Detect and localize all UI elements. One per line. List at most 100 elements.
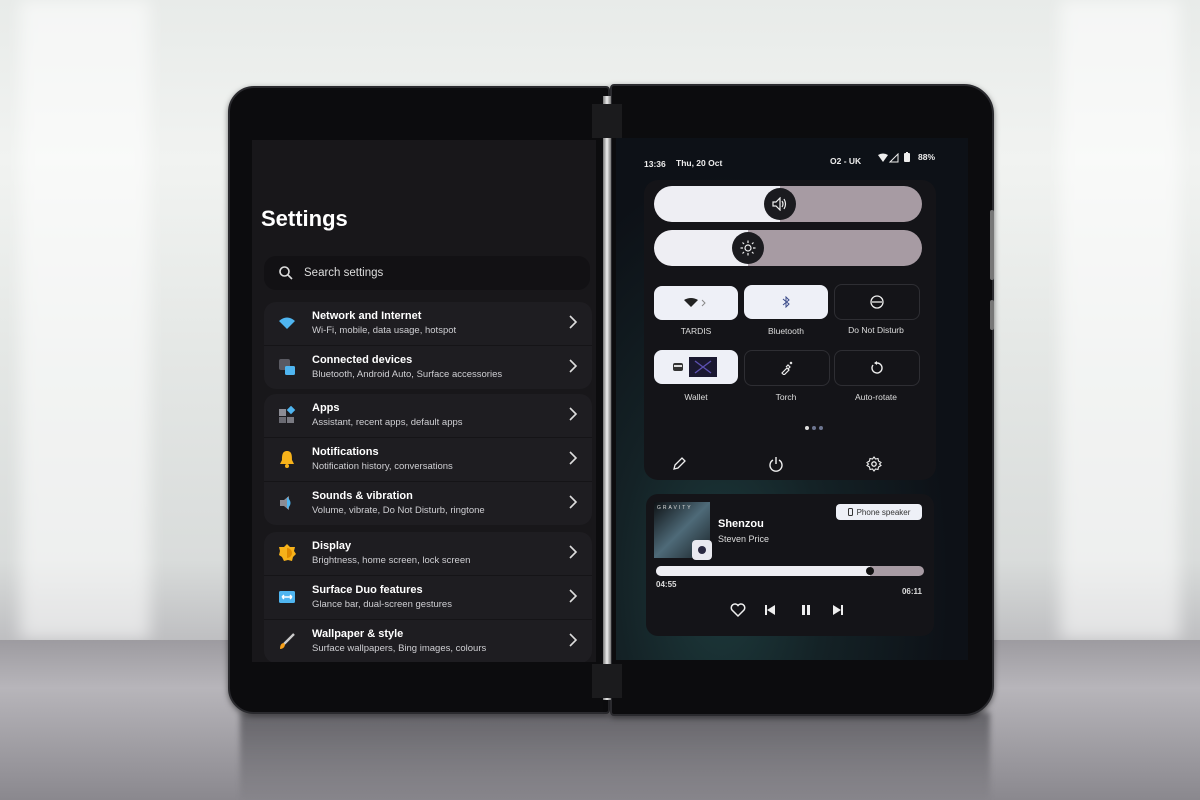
phone-icon <box>847 508 853 516</box>
bell-icon <box>280 451 294 468</box>
quick-settings-panel: TARDIS Bluetooth Do Not Disturb Wallet T… <box>644 180 936 480</box>
brightness-slider[interactable] <box>654 230 922 266</box>
settings-group-connectivity: Network and Internet Wi-Fi, mobile, data… <box>264 302 592 389</box>
tile-torch[interactable] <box>744 350 830 386</box>
page-indicator[interactable] <box>805 426 823 430</box>
dual-screen-icon <box>279 591 295 603</box>
bluetooth-icon <box>782 296 790 308</box>
settings-item-notifications[interactable]: Notifications Notification history, conv… <box>264 438 592 482</box>
status-time: 13:36 <box>644 159 666 169</box>
output-device-button[interactable]: Phone speaker <box>836 504 922 520</box>
device-reflection <box>240 712 990 800</box>
elapsed-time: 04:55 <box>656 580 677 589</box>
wifi-icon <box>279 317 295 329</box>
power-button <box>990 300 994 330</box>
item-title: Surface Duo features <box>312 584 423 596</box>
hinge-block-bottom <box>592 664 622 698</box>
item-title: Network and Internet <box>312 310 422 322</box>
page-dot <box>805 426 809 430</box>
battery-icon <box>904 152 910 162</box>
chevron-right-icon <box>569 495 578 509</box>
progress-handle[interactable] <box>866 567 875 575</box>
quick-settings-screen: 13:36 Thu, 20 Oct O2 - UK 88% TARDIS Blu… <box>616 138 968 660</box>
heart-icon[interactable] <box>730 602 746 618</box>
item-title: Wallpaper & style <box>312 628 404 640</box>
hinge-block-top <box>592 104 622 138</box>
pause-icon[interactable] <box>798 602 814 618</box>
gear-icon[interactable] <box>866 456 882 472</box>
brush-icon <box>280 633 295 649</box>
item-subtitle: Glance bar, dual-screen gestures <box>312 599 452 610</box>
settings-item-surface-duo[interactable]: Surface Duo features Glance bar, dual-sc… <box>264 576 592 620</box>
progress-fill <box>656 566 871 576</box>
settings-item-apps[interactable]: Apps Assistant, recent apps, default app… <box>264 394 592 438</box>
previous-icon[interactable] <box>762 602 778 618</box>
page-dot <box>819 426 823 430</box>
speaker-icon <box>280 496 291 510</box>
power-icon[interactable] <box>768 456 784 472</box>
album-title: GRAVITY <box>657 505 693 511</box>
chevron-right-icon <box>569 315 578 329</box>
tile-bluetooth[interactable] <box>744 285 828 319</box>
search-icon <box>279 266 293 280</box>
tile-label: Torch <box>775 392 797 402</box>
settings-item-network[interactable]: Network and Internet Wi-Fi, mobile, data… <box>264 302 592 346</box>
duration: 06:11 <box>901 587 922 596</box>
spotify-icon <box>692 540 712 560</box>
tile-label: TARDIS <box>680 326 712 336</box>
item-subtitle: Wi-Fi, mobile, data usage, hotspot <box>312 325 457 336</box>
next-icon[interactable] <box>830 602 846 618</box>
settings-item-wallpaper[interactable]: Wallpaper & style Surface wallpapers, Bi… <box>264 620 592 662</box>
sun-icon <box>740 240 756 256</box>
chevron-right-icon <box>569 407 578 421</box>
volume-button <box>990 210 994 280</box>
media-player-card: GRAVITY Shenzou Steven Price Phone speak… <box>646 494 934 636</box>
volume-slider-fill <box>654 186 780 222</box>
settings-item-display[interactable]: Display Brightness, home screen, lock sc… <box>264 532 592 576</box>
tile-label: Do Not Disturb <box>848 325 904 335</box>
tile-auto-rotate[interactable] <box>834 350 920 386</box>
chevron-right-icon <box>569 359 578 373</box>
chevron-right-icon <box>569 451 578 465</box>
status-battery: 88% <box>918 152 936 162</box>
item-subtitle: Surface wallpapers, Bing images, colours <box>312 643 487 654</box>
search-input[interactable]: Search settings <box>264 256 590 290</box>
tile-wifi[interactable] <box>654 286 738 320</box>
device-hinge <box>603 96 611 700</box>
item-subtitle: Assistant, recent apps, default apps <box>312 417 463 428</box>
edit-icon[interactable] <box>671 456 687 472</box>
chevron-right-icon <box>569 633 578 647</box>
tile-do-not-disturb[interactable] <box>834 284 920 320</box>
item-subtitle: Notification history, conversations <box>312 461 453 472</box>
wallet-icon <box>673 357 717 377</box>
brightness-slider-handle[interactable] <box>731 232 764 264</box>
brightness-icon <box>279 544 296 561</box>
chevron-right-icon <box>569 545 578 559</box>
artist-name: Steven Price <box>718 534 770 544</box>
background-window-light <box>20 0 150 640</box>
apps-icon <box>279 406 296 423</box>
song-title: Shenzou <box>718 518 764 530</box>
page-dot <box>812 426 816 430</box>
settings-screen: Settings Search settings Network and Int… <box>252 140 596 662</box>
playback-progress[interactable] <box>656 566 924 576</box>
tile-label: Wallet <box>684 392 708 402</box>
volume-slider[interactable] <box>654 186 922 222</box>
item-subtitle: Bluetooth, Android Auto, Surface accesso… <box>312 369 503 380</box>
settings-item-connected-devices[interactable]: Connected devices Bluetooth, Android Aut… <box>264 346 592 389</box>
dnd-icon <box>870 295 884 309</box>
background-window-light <box>1060 0 1180 640</box>
volume-slider-handle[interactable] <box>763 188 796 220</box>
output-device-label: Phone speaker <box>856 507 911 517</box>
wifi-icon <box>684 298 706 307</box>
item-subtitle: Volume, vibrate, Do Not Disturb, rington… <box>312 505 485 516</box>
search-placeholder: Search settings <box>304 267 384 279</box>
tile-wallet[interactable] <box>654 350 738 384</box>
status-carrier: O2 - UK <box>830 156 862 166</box>
item-title: Display <box>312 540 352 552</box>
status-date: Thu, 20 Oct <box>676 158 723 168</box>
item-title: Sounds & vibration <box>312 490 413 502</box>
devices-icon <box>279 359 295 375</box>
settings-item-sounds[interactable]: Sounds & vibration Volume, vibrate, Do N… <box>264 482 592 525</box>
torch-icon <box>781 361 793 375</box>
